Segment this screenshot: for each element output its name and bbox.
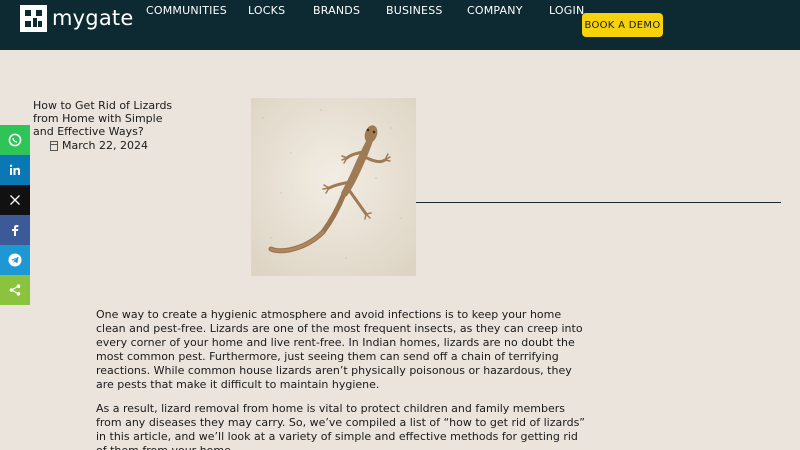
- mygate-logo[interactable]: mygate: [20, 4, 133, 32]
- post-title: How to Get Rid of Lizards from Home with…: [33, 99, 173, 138]
- nav-communities[interactable]: COMMUNITIES: [146, 4, 227, 17]
- share-linkedin-button[interactable]: [0, 155, 30, 185]
- nav-business[interactable]: BUSINESS: [386, 4, 443, 17]
- lizard-hero-image: [251, 98, 416, 276]
- book-demo-button[interactable]: BOOK A DEMO: [582, 13, 663, 37]
- calendar-icon: [50, 140, 58, 151]
- top-navigation-bar: mygate COMMUNITIES LOCKS BRANDS BUSINESS…: [0, 0, 800, 50]
- telegram-icon: [8, 253, 22, 267]
- lizard-illustration: [251, 98, 416, 276]
- share-facebook-button[interactable]: [0, 215, 30, 245]
- share-telegram-button[interactable]: [0, 245, 30, 275]
- whatsapp-icon: [8, 133, 22, 147]
- logo-text: mygate: [52, 5, 134, 30]
- nav-locks[interactable]: LOCKS: [248, 4, 285, 17]
- nav-brands[interactable]: BRANDS: [313, 4, 360, 17]
- share-more-button[interactable]: [0, 275, 30, 305]
- nav-login[interactable]: LOGIN: [549, 4, 584, 17]
- share-icon: [9, 284, 21, 296]
- title-divider-line: [416, 202, 781, 203]
- linkedin-icon: [9, 164, 20, 175]
- article-paragraph: As a result, lizard removal from home is…: [96, 402, 585, 450]
- share-x-button[interactable]: [0, 185, 30, 215]
- mygate-logo-icon: [20, 4, 47, 32]
- nav-company[interactable]: COMPANY: [467, 4, 523, 17]
- post-date-text: March 22, 2024: [62, 139, 149, 152]
- article-paragraph: One way to create a hygienic atmosphere …: [96, 308, 583, 391]
- x-icon: [10, 195, 20, 205]
- post-date: March 22, 2024: [50, 139, 148, 152]
- facebook-icon: [12, 225, 19, 236]
- share-whatsapp-button[interactable]: [0, 125, 30, 155]
